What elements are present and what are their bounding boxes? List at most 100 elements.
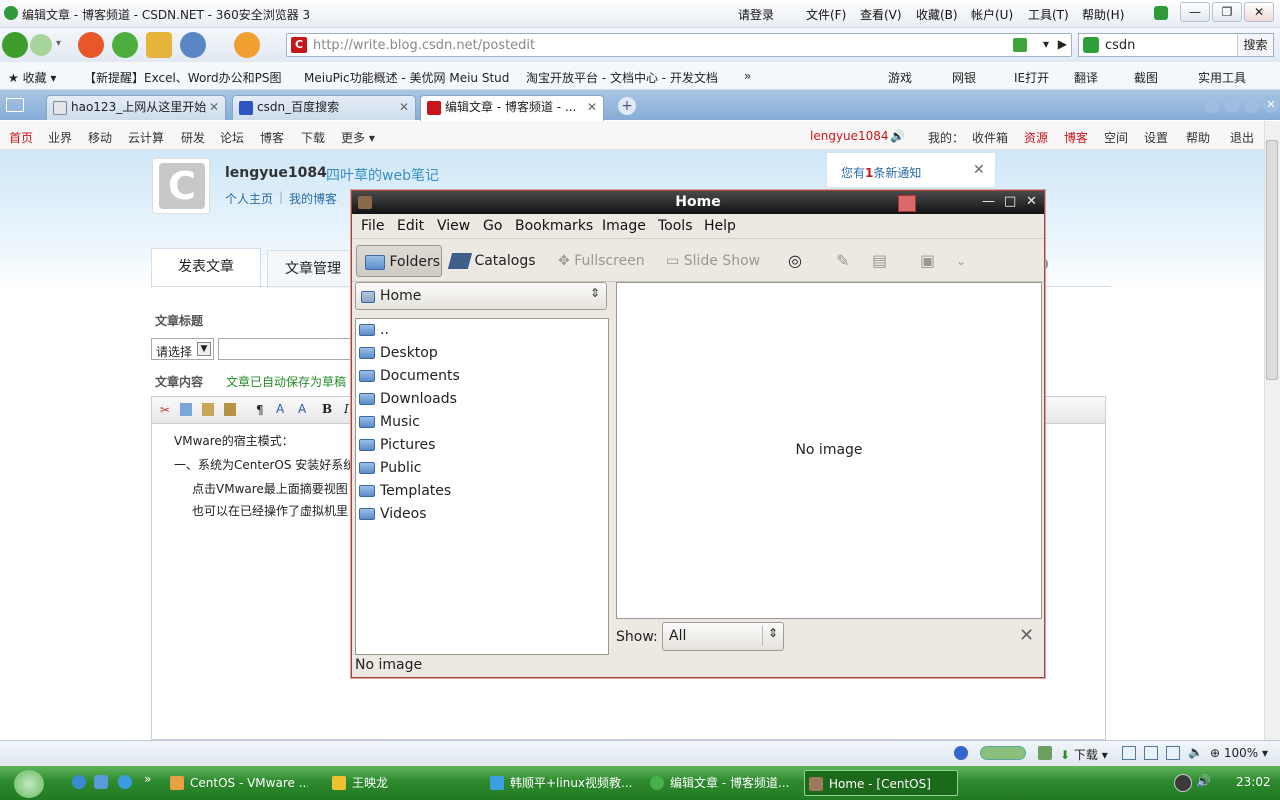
skin-icon[interactable]	[1154, 6, 1168, 20]
quicklaunch-icon[interactable]	[94, 775, 108, 789]
toolbar-more-icon[interactable]: ⌄	[956, 245, 972, 277]
gmenu-help[interactable]: Help	[704, 218, 736, 234]
favorite-link-taobao[interactable]: 淘宝开放平台 - 文档中心 - 开发文档	[526, 69, 718, 86]
address-url[interactable]: http://write.blog.csdn.net/postedit	[313, 38, 535, 53]
toolbar-games[interactable]: 游戏	[888, 69, 912, 86]
menu-account[interactable]: 帐户(U)	[971, 6, 1013, 23]
tab-scroll-right-icon[interactable]	[1224, 97, 1240, 113]
ie-mode-icon[interactable]	[954, 746, 968, 760]
article-title-input[interactable]	[218, 338, 358, 360]
edit-image-icon[interactable]: ✎	[836, 245, 858, 277]
stop-icon[interactable]	[78, 32, 104, 58]
refresh-icon[interactable]	[112, 32, 138, 58]
favorite-link-excel[interactable]: 【新提醒】Excel、Word办公和PS图	[84, 69, 282, 86]
taskbar-item-video[interactable]: 韩顺平+linux视频教...	[486, 770, 634, 796]
list-item[interactable]: Pictures	[359, 434, 435, 457]
gmenu-edit[interactable]: Edit	[397, 218, 424, 234]
tab-scroll-left-icon[interactable]	[1204, 97, 1220, 113]
close-button[interactable]: ✕	[1244, 2, 1274, 22]
properties-icon[interactable]: ▤	[872, 245, 894, 277]
tab-publish-article[interactable]: 发表文章	[151, 248, 261, 288]
window-maximize-icon[interactable]: □	[1004, 194, 1016, 209]
link-personal-home[interactable]: 个人主页	[225, 190, 273, 207]
italic-icon[interactable]: I	[344, 402, 349, 416]
link-help[interactable]: 帮助	[1186, 129, 1210, 146]
menu-view[interactable]: 查看(V)	[860, 6, 902, 23]
tab-baidu[interactable]: csdn_百度搜索 ✕	[232, 95, 416, 120]
window-minimize-icon[interactable]: —	[982, 194, 995, 209]
menu-tools[interactable]: 工具(T)	[1028, 6, 1069, 23]
tab-csdn-edit[interactable]: 编辑文章 - 博客频道 - ... ✕	[420, 95, 604, 121]
nav-cloud[interactable]: 云计算	[128, 129, 164, 146]
menu-file[interactable]: 文件(F)	[806, 6, 846, 23]
copy-icon[interactable]	[180, 403, 192, 416]
maximize-button[interactable]: ❐	[1212, 2, 1242, 22]
new-tab-icon[interactable]: +	[618, 97, 636, 115]
format-icon[interactable]: ¶	[256, 403, 264, 417]
csdn-username[interactable]: lengyue1084	[810, 129, 889, 143]
zoom-level[interactable]: ⊕ 100% ▾	[1210, 746, 1268, 760]
list-item[interactable]: ..	[359, 319, 389, 342]
download-button[interactable]: ⬇ 下载 ▾	[1060, 746, 1108, 763]
list-item[interactable]: Public	[359, 457, 421, 480]
menu-help[interactable]: 帮助(H)	[1082, 6, 1124, 23]
link-resources[interactable]: 资源	[1024, 129, 1048, 146]
taskbar-item-vmware[interactable]: CentOS - VMware ...	[166, 770, 308, 796]
tab-close-icon[interactable]: ✕	[399, 96, 409, 119]
avatar[interactable]: C	[152, 158, 210, 214]
folders-button[interactable]: Folders	[356, 245, 442, 277]
close-filter-icon[interactable]: ✕	[1019, 625, 1034, 646]
tray-volume-icon[interactable]: 🔊	[1196, 774, 1211, 788]
paw-icon[interactable]	[234, 32, 260, 58]
list-item[interactable]: Videos	[359, 503, 427, 526]
window-icon[interactable]	[1122, 746, 1136, 760]
ie-icon[interactable]	[72, 775, 86, 789]
forward-icon[interactable]	[30, 34, 52, 56]
browser-quick-icon[interactable]	[118, 775, 132, 789]
slideshow-button[interactable]: ▭ Slide Show	[666, 245, 770, 277]
home-icon[interactable]	[146, 32, 172, 58]
clipboard-icon[interactable]	[1144, 746, 1158, 760]
tray-arrow-icon[interactable]	[1174, 774, 1192, 792]
paste-icon[interactable]	[202, 403, 214, 416]
search-button[interactable]: 搜索	[1237, 34, 1273, 56]
binoculars-icon[interactable]: ◎	[788, 245, 810, 277]
tab-close-icon[interactable]: ✕	[587, 96, 597, 119]
screen-icon[interactable]	[1166, 746, 1180, 760]
back-icon[interactable]	[2, 32, 28, 58]
search-box[interactable]: csdn 搜索	[1078, 33, 1274, 57]
start-button[interactable]	[14, 770, 44, 798]
favorites-menu[interactable]: ★ 收藏 ▾	[8, 69, 56, 86]
close-tab-icon[interactable]: ✕	[1263, 97, 1279, 113]
folder-list[interactable]: .. Desktop Documents Downloads Music Pic…	[355, 318, 609, 655]
taskbar-item-chat[interactable]: 王映龙	[328, 770, 470, 796]
font-icon[interactable]: A	[276, 402, 284, 416]
toolbar-screenshot[interactable]: 截图	[1134, 69, 1158, 86]
category-select[interactable]: 请选择 ▼	[151, 338, 214, 360]
undo-close-icon[interactable]	[180, 32, 206, 58]
go-icon[interactable]: ▶	[1058, 37, 1067, 51]
link-settings[interactable]: 设置	[1144, 129, 1168, 146]
image-viewer[interactable]: No image	[616, 282, 1042, 619]
taskbar-item-browser[interactable]: 编辑文章 - 博客频道...	[646, 770, 798, 796]
tab-close-icon[interactable]: ✕	[209, 96, 219, 119]
nav-dev[interactable]: 研发	[181, 129, 205, 146]
list-item[interactable]: Downloads	[359, 388, 457, 411]
tab-manage-articles[interactable]: 文章管理	[267, 250, 359, 288]
taskbar-item-home[interactable]: Home - [CentOS]	[804, 770, 958, 796]
link-blog[interactable]: 博客	[1064, 129, 1088, 146]
menu-favorites[interactable]: 收藏(B)	[916, 6, 958, 23]
gmenu-bookmarks[interactable]: Bookmarks	[515, 218, 593, 234]
link-logout[interactable]: 退出	[1230, 129, 1254, 146]
window-close-icon[interactable]: ✕	[1026, 194, 1037, 209]
fullscreen-button[interactable]: ✥ Fullscreen	[558, 245, 658, 277]
bold-icon[interactable]: B	[322, 402, 332, 416]
favorites-more[interactable]: »	[744, 69, 751, 83]
toolbar-ie-open[interactable]: IE打开	[1014, 69, 1049, 86]
list-item[interactable]: Desktop	[359, 342, 438, 365]
notification-box[interactable]: 您有1条新通知 ✕	[826, 152, 996, 188]
rotate-icon[interactable]: ▣	[920, 245, 942, 277]
font-size-icon[interactable]: A	[298, 402, 306, 416]
link-my-blog[interactable]: 我的博客	[289, 190, 337, 207]
blog-username[interactable]: lengyue1084	[225, 165, 327, 181]
